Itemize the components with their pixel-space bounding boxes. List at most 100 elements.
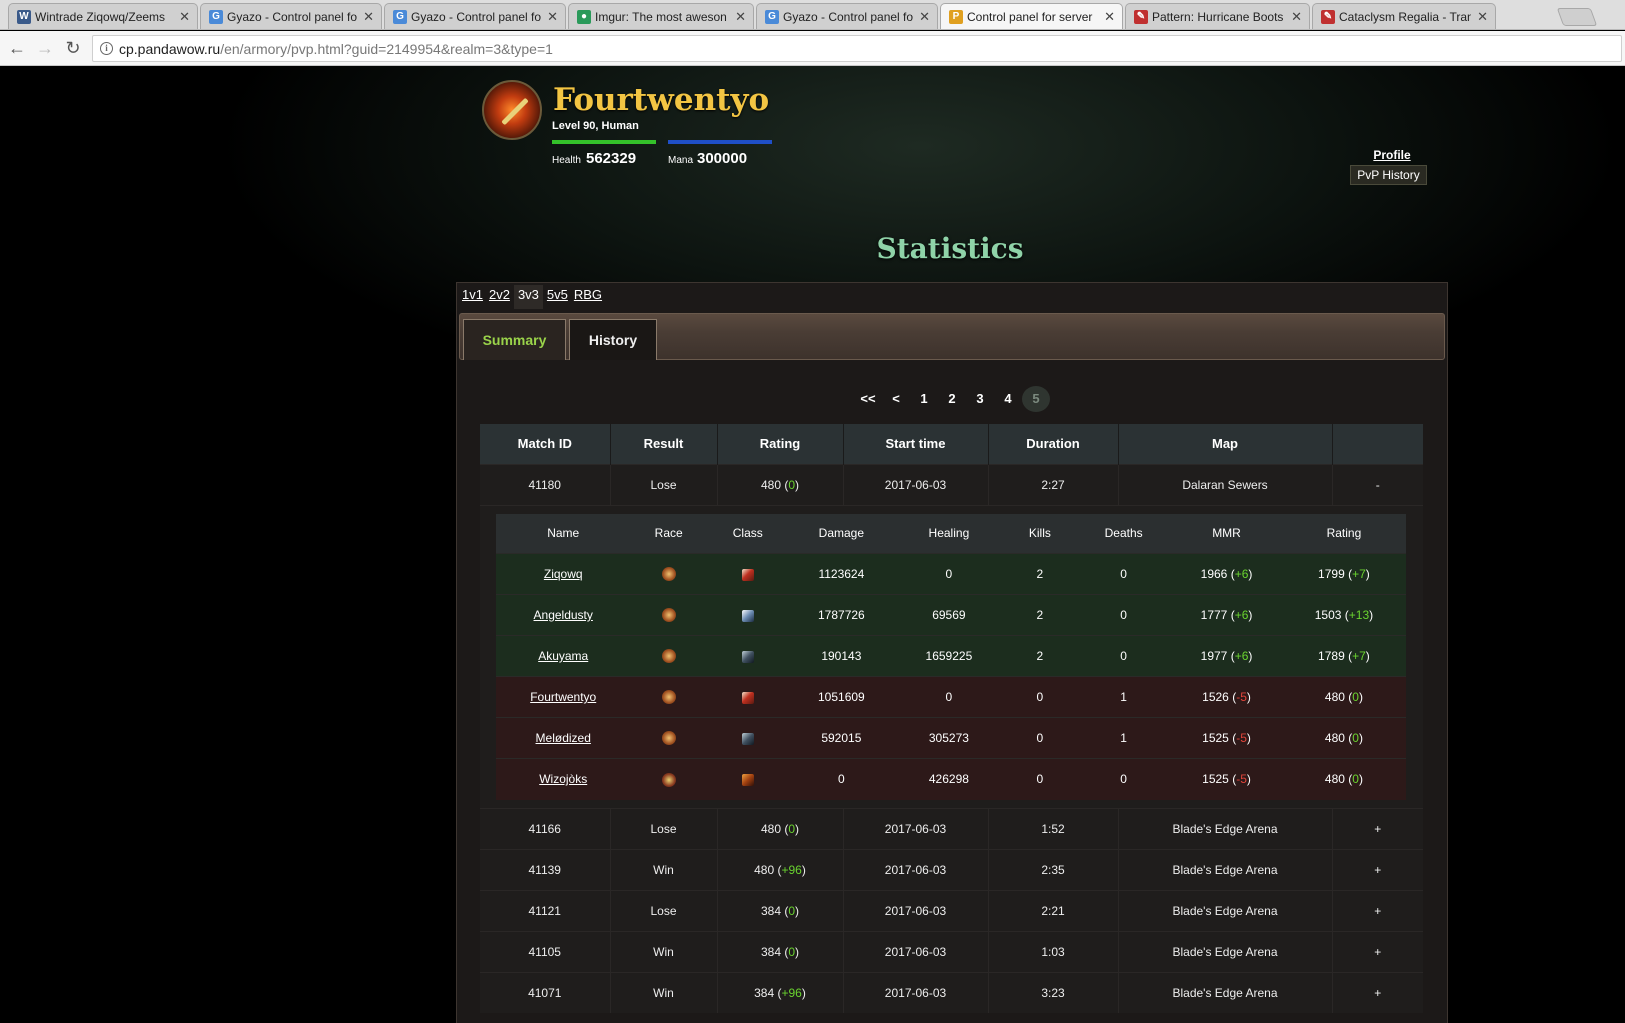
player-name-link[interactable]: Ziqowq (544, 567, 583, 581)
pager-page[interactable]: 3 (966, 386, 994, 412)
match-row-expanded[interactable]: 41180 Lose 480 (0) 2017-06-03 2:27 Dalaran Se… (480, 463, 1423, 505)
player-row: Ziqowq 1123624 0 2 0 1966 (+6) 1799 (+7) (496, 553, 1406, 595)
browser-tab[interactable]: ● Imgur: The most aweson ✕ (568, 3, 754, 29)
collapse-toggle[interactable]: - (1332, 463, 1423, 505)
match-rating: 384 (+96) (717, 971, 844, 1013)
tab-summary[interactable]: Summary (463, 319, 566, 360)
tab-title: Control panel for server (967, 10, 1093, 24)
page-content: Fourtwentyo Level 90, Human Health 56232… (0, 66, 1625, 1023)
match-rating: 480 (0) (717, 463, 844, 505)
match-rating: 384 (0) (717, 889, 844, 931)
rating-value: 480 (760, 821, 781, 836)
tab-close-icon[interactable]: ✕ (179, 4, 190, 29)
pvp-history-button[interactable]: PvP History (1350, 165, 1427, 185)
match-map: Blade's Edge Arena (1118, 807, 1333, 849)
player-mmr-change: +6 (1234, 649, 1249, 663)
pager-page[interactable]: 2 (938, 386, 966, 412)
pager-prev[interactable]: < (882, 386, 910, 412)
match-start-time: 2017-06-03 (843, 971, 989, 1013)
bracket-tab-1v1[interactable]: 1v1 (460, 285, 485, 309)
match-id: 41121 (480, 889, 611, 931)
expand-toggle[interactable]: + (1332, 807, 1423, 849)
player-race-cell (630, 758, 707, 800)
pager-page[interactable]: 1 (910, 386, 938, 412)
player-mmr: 1777 (+6) (1171, 594, 1282, 636)
pager-first[interactable]: << (854, 386, 882, 412)
url-text: cp.pandawow.ru/en/armory/pvp.html?guid=2… (119, 41, 553, 57)
address-bar[interactable]: i cp.pandawow.ru/en/armory/pvp.html?guid… (92, 35, 1622, 62)
match-detail-cell: Name Race Class Damage Healing Kills Deaths MMR… (480, 504, 1423, 808)
player-rating: 480 (0) (1281, 676, 1406, 718)
player-rating-change: +7 (1352, 649, 1366, 663)
tab-close-icon[interactable]: ✕ (919, 4, 930, 29)
browser-tab[interactable]: W Wintrade Ziqowq/Zeems ✕ (8, 3, 198, 29)
player-mmr: 1966 (+6) (1171, 553, 1282, 595)
player-name-cell: Fourtwentyo (496, 676, 631, 718)
browser-tab[interactable]: ✎ Cataclysm Regalia - Tran ✕ (1312, 3, 1496, 29)
match-row[interactable]: 41105 Win 384 (0) 2017-06-03 1:03 Blade's Edg… (480, 930, 1423, 972)
matches-header-cell: Match ID (480, 424, 611, 464)
rating-value: 384 (754, 985, 775, 1000)
bracket-tab-RBG[interactable]: RBG (572, 285, 604, 309)
player-race-cell (630, 594, 707, 636)
players-table: Name Race Class Damage Healing Kills Deaths MMR… (496, 513, 1406, 800)
expand-toggle[interactable]: + (1332, 848, 1423, 890)
tab-close-icon[interactable]: ✕ (1477, 4, 1488, 29)
orc-icon (661, 772, 676, 787)
profile-link[interactable]: Profile (1354, 148, 1430, 162)
tab-close-icon[interactable]: ✕ (735, 4, 746, 29)
pager-page[interactable]: 4 (994, 386, 1022, 412)
player-name-link[interactable]: Melødized (536, 731, 591, 745)
match-row[interactable]: 41166 Lose 480 (0) 2017-06-03 1:52 Blade's Ed… (480, 807, 1423, 849)
match-rating: 480 (+96) (717, 848, 844, 890)
pager-page[interactable]: 5 (1022, 386, 1050, 412)
browser-tab[interactable]: G Gyazo - Control panel fo ✕ (200, 3, 382, 29)
player-name-link[interactable]: Wizojòks (539, 772, 587, 786)
new-tab-button[interactable] (1556, 8, 1598, 26)
browser-tab[interactable]: G Gyazo - Control panel fo ✕ (384, 3, 566, 29)
match-duration: 2:27 (988, 463, 1119, 505)
reload-icon[interactable]: ↻ (62, 37, 84, 59)
warrior-icon (741, 691, 754, 704)
expand-toggle[interactable]: + (1332, 971, 1423, 1013)
player-row: Wizojòks 0 426298 0 0 1525 (-5) 480 (0) (496, 758, 1406, 800)
tab-close-icon[interactable]: ✕ (363, 4, 374, 29)
player-kills: 0 (1003, 717, 1077, 759)
browser-tab[interactable]: P Control panel for server ✕ (940, 3, 1123, 29)
tab-title: Pattern: Hurricane Boots (1152, 10, 1284, 24)
player-name-link[interactable]: Fourtwentyo (530, 690, 596, 704)
site-info-icon[interactable]: i (100, 42, 113, 55)
expand-toggle[interactable]: + (1332, 889, 1423, 931)
player-mmr-change: -5 (1236, 690, 1247, 704)
browser-tab[interactable]: ✎ Pattern: Hurricane Boots ✕ (1125, 3, 1310, 29)
player-class-cell (706, 553, 789, 595)
bracket-tab-3v3[interactable]: 3v3 (513, 285, 543, 309)
match-map: Dalaran Sewers (1118, 463, 1333, 505)
player-damage: 592015 (788, 717, 895, 759)
match-row[interactable]: 41139 Win 480 (+96) 2017-06-03 2:35 Blade's E… (480, 848, 1423, 890)
match-map: Blade's Edge Arena (1118, 848, 1333, 890)
tab-close-icon[interactable]: ✕ (547, 4, 558, 29)
player-name-link[interactable]: Angeldusty (534, 608, 593, 622)
back-arrow-icon[interactable]: ← (6, 37, 28, 59)
browser-tab[interactable]: G Gyazo - Control panel fo ✕ (756, 3, 938, 29)
bracket-tab-2v2[interactable]: 2v2 (487, 285, 512, 309)
tab-history[interactable]: History (569, 319, 657, 360)
player-name-link[interactable]: Akuyama (538, 649, 588, 663)
match-row[interactable]: 41071 Win 384 (+96) 2017-06-03 3:23 Blade's E… (480, 971, 1423, 1013)
player-rating-change: 0 (1352, 772, 1359, 787)
player-mmr-change: -5 (1236, 772, 1247, 787)
browser-tab-bar: W Wintrade Ziqowq/Zeems ✕ G Gyazo - Control … (0, 0, 1625, 30)
player-damage: 1787726 (788, 594, 895, 636)
expand-toggle[interactable]: + (1332, 930, 1423, 972)
match-row[interactable]: 41121 Lose 384 (0) 2017-06-03 2:21 Blade's Ed… (480, 889, 1423, 931)
player-row: Akuyama 190143 1659225 2 0 1977 (+6) 1789 (+7) (496, 635, 1406, 677)
bracket-tab-5v5[interactable]: 5v5 (545, 285, 570, 309)
match-result: Win (610, 971, 718, 1013)
mana-bar (668, 140, 772, 144)
player-race-cell (630, 553, 707, 595)
tab-close-icon[interactable]: ✕ (1291, 4, 1302, 29)
tab-close-icon[interactable]: ✕ (1104, 4, 1115, 29)
forward-arrow-icon[interactable]: → (34, 37, 56, 59)
player-healing: 0 (894, 553, 1004, 595)
